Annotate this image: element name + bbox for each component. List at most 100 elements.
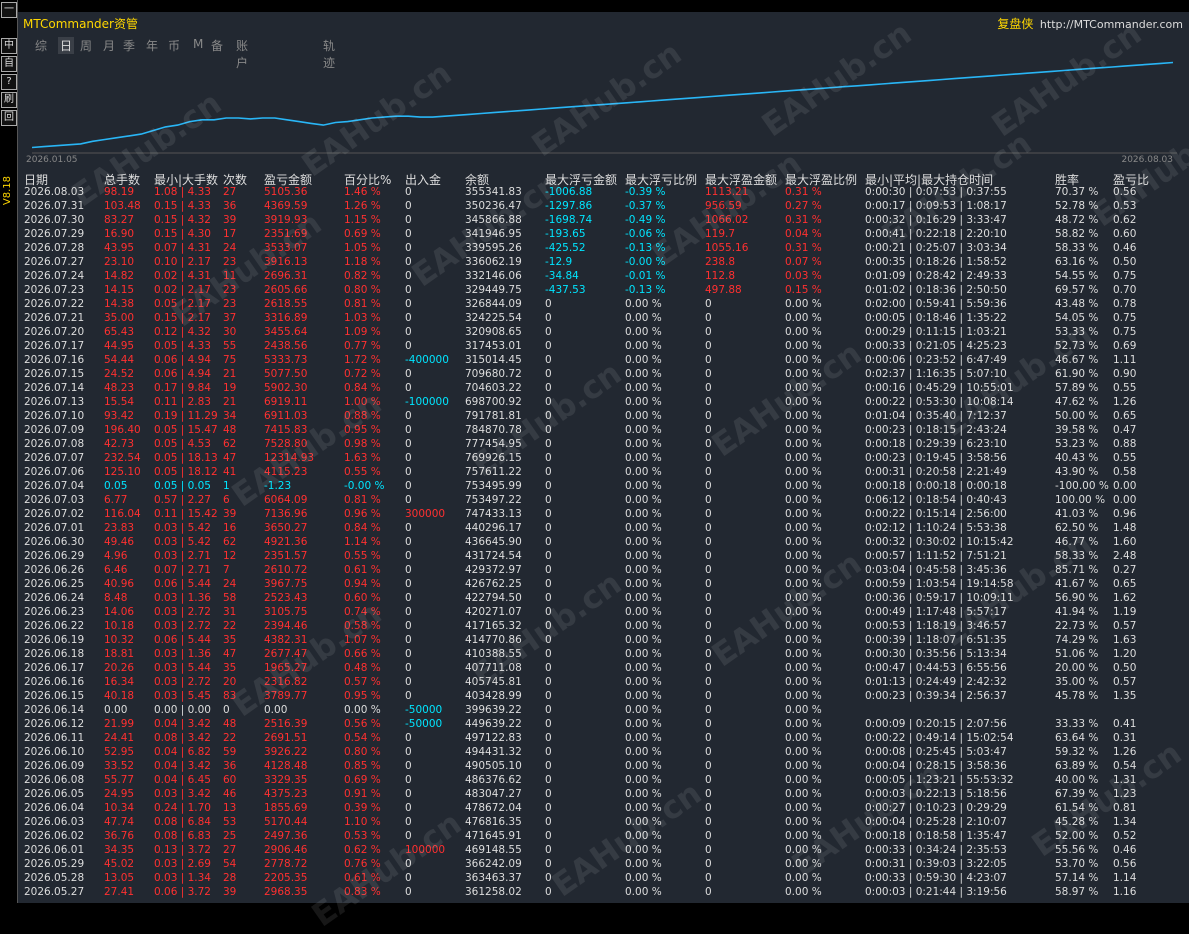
auto-button[interactable]: 自 <box>1 56 17 72</box>
table-row[interactable]: 2026.07.09 196.40 0.05 | 15.47 48 7415.83 0.9… <box>18 423 1189 437</box>
table-cell: 0.11 | 2.83 <box>154 396 211 408</box>
table-row[interactable]: 2026.05.28 13.05 0.03 | 1.34 28 2205.35 0.61 … <box>18 871 1189 885</box>
table-cell: 23 <box>223 298 237 310</box>
table-row[interactable]: 2026.06.10 52.95 0.04 | 6.82 59 3926.22 0.80 … <box>18 745 1189 759</box>
table-row[interactable]: 2026.07.30 83.27 0.15 | 4.32 39 3919.93 1.15 … <box>18 213 1189 227</box>
table-row[interactable]: 2026.06.08 55.77 0.04 | 6.45 60 3329.35 0.69 … <box>18 773 1189 787</box>
table-cell: 0.84 % <box>344 522 381 534</box>
table-cell: 0 <box>405 214 412 226</box>
table-cell: 0:00:30 | 0:07:53 | 0:37:55 <box>865 186 1007 198</box>
table-cell: 0 <box>405 368 412 380</box>
tab-8[interactable]: 备 <box>211 37 223 54</box>
table-row[interactable]: 2026.06.15 40.18 0.03 | 5.45 83 3789.77 0.95 … <box>18 689 1189 703</box>
tab-3[interactable]: 月 <box>103 37 115 54</box>
tab-2[interactable]: 周 <box>80 37 92 54</box>
table-cell: 0 <box>705 564 712 576</box>
tab-7[interactable]: M <box>193 37 203 51</box>
table-row[interactable]: 2026.07.23 14.15 0.02 | 2.17 23 2605.66 0.80 … <box>18 283 1189 297</box>
table-cell: 0 <box>705 676 712 688</box>
table-row[interactable]: 2026.07.13 15.54 0.11 | 2.83 21 6919.11 1.00 … <box>18 395 1189 409</box>
table-cell: -1297.86 <box>545 200 593 212</box>
table-row[interactable]: 2026.07.22 14.38 0.05 | 2.17 23 2618.55 0.81 … <box>18 297 1189 311</box>
table-row[interactable]: 2026.07.04 0.05 0.05 | 0.05 1 -1.23 -0.00 % 0 7… <box>18 479 1189 493</box>
table-cell: 0 <box>545 564 552 576</box>
table-row[interactable]: 2026.06.04 10.34 0.24 | 1.70 13 1855.69 0.39 … <box>18 801 1189 815</box>
table-cell: 0 <box>705 494 712 506</box>
tab-1[interactable]: 日 <box>58 37 75 54</box>
table-row[interactable]: 2026.07.16 54.44 0.06 | 4.94 75 5333.73 1.72 … <box>18 353 1189 367</box>
back-button[interactable]: 回 <box>1 110 17 126</box>
table-row[interactable]: 2026.06.25 40.96 0.06 | 5.44 24 3967.75 0.94 … <box>18 577 1189 591</box>
table-row[interactable]: 2026.07.10 93.42 0.19 | 11.29 34 6911.03 0.88… <box>18 409 1189 423</box>
table-row[interactable]: 2026.07.08 42.73 0.05 | 4.53 62 7528.80 0.98 … <box>18 437 1189 451</box>
table-cell: 0.00 % <box>625 704 662 716</box>
table-cell: 361258.02 <box>465 886 522 898</box>
tab-0[interactable]: 综 <box>35 37 47 54</box>
table-row[interactable]: 2026.07.06 125.10 0.05 | 18.12 41 4115.23 0.5… <box>18 465 1189 479</box>
table-row[interactable]: 2026.07.27 23.10 0.10 | 2.17 23 3916.13 1.18 … <box>18 255 1189 269</box>
minimize-button[interactable]: 一 <box>1 2 17 18</box>
table-row[interactable]: 2026.06.05 24.95 0.03 | 3.42 46 4375.23 0.91 … <box>18 787 1189 801</box>
table-cell: 1.16 <box>1113 886 1137 898</box>
table-cell: 0.65 <box>1113 410 1137 422</box>
table-cell: 0.60 % <box>344 592 381 604</box>
table-row[interactable]: 2026.06.02 36.76 0.08 | 6.83 25 2497.36 0.53 … <box>18 829 1189 843</box>
table-cell: 0:00:18 | 0:18:58 | 1:35:47 <box>865 830 1007 842</box>
table-row[interactable]: 2026.07.29 16.90 0.15 | 4.30 17 2351.69 0.69 … <box>18 227 1189 241</box>
table-cell: 0 <box>705 326 712 338</box>
table-row[interactable]: 2026.07.01 23.83 0.03 | 5.42 16 3650.27 0.84 … <box>18 521 1189 535</box>
table-cell: 2026.05.29 <box>24 858 85 870</box>
table-cell: 40.43 % <box>1055 452 1099 464</box>
table-cell: 0.00 % <box>785 704 822 716</box>
table-row[interactable]: 2026.07.02 116.04 0.11 | 15.42 39 7136.96 0.9… <box>18 507 1189 521</box>
table-row[interactable]: 2026.07.07 232.54 0.05 | 18.13 47 12314.93 1.… <box>18 451 1189 465</box>
tab-6[interactable]: 币 <box>168 37 180 54</box>
table-cell: 0.57 | 2.27 <box>154 494 211 506</box>
table-row[interactable]: 2026.06.12 21.99 0.04 | 3.42 48 2516.39 0.56 … <box>18 717 1189 731</box>
table-row[interactable]: 2026.06.01 34.35 0.13 | 3.72 27 2906.46 0.62 … <box>18 843 1189 857</box>
table-row[interactable]: 2026.06.09 33.52 0.04 | 3.42 36 4128.48 0.85 … <box>18 759 1189 773</box>
table-row[interactable]: 2026.06.23 14.06 0.03 | 2.72 31 3105.75 0.74 … <box>18 605 1189 619</box>
table-row[interactable]: 2026.07.17 44.95 0.05 | 4.33 55 2438.56 0.77 … <box>18 339 1189 353</box>
table-row[interactable]: 2026.07.03 6.77 0.57 | 2.27 6 6064.09 0.81 % 0… <box>18 493 1189 507</box>
table-row[interactable]: 2026.06.17 20.26 0.03 | 5.44 35 1965.27 0.48 … <box>18 661 1189 675</box>
table-row[interactable]: 2026.06.22 10.18 0.03 | 2.72 22 2394.46 0.58 … <box>18 619 1189 633</box>
table-row[interactable]: 2026.07.14 48.23 0.17 | 9.84 19 5902.30 0.84 … <box>18 381 1189 395</box>
table-cell: 0.46 <box>1113 844 1137 856</box>
table-row[interactable]: 2026.07.21 35.00 0.15 | 2.17 37 3316.89 1.03 … <box>18 311 1189 325</box>
table-row[interactable]: 2026.07.20 65.43 0.12 | 4.32 30 3455.64 1.09 … <box>18 325 1189 339</box>
table-cell: 62 <box>223 438 237 450</box>
table-row[interactable]: 2026.06.16 16.34 0.03 | 2.72 20 2316.82 0.57 … <box>18 675 1189 689</box>
table-cell: 2026.07.31 <box>24 200 85 212</box>
table-row[interactable]: 2026.06.24 8.48 0.03 | 1.36 58 2523.43 0.60 %… <box>18 591 1189 605</box>
table-row[interactable]: 2026.07.24 14.82 0.02 | 4.31 11 2696.31 0.82 … <box>18 269 1189 283</box>
table-cell: 5077.50 <box>264 368 308 380</box>
table-cell: 13.05 <box>104 872 135 884</box>
table-cell: 14.82 <box>104 270 135 282</box>
table-row[interactable]: 2026.06.29 4.96 0.03 | 2.71 12 2351.57 0.55 %… <box>18 549 1189 563</box>
table-cell: 0.31 % <box>785 242 822 254</box>
table-cell: 0 <box>405 522 412 534</box>
table-cell: 24 <box>223 242 237 254</box>
center-button[interactable]: 中 <box>1 38 17 54</box>
table-cell: 0.60 <box>1113 228 1137 240</box>
table-row[interactable]: 2026.06.11 24.41 0.08 | 3.42 22 2691.51 0.54 … <box>18 731 1189 745</box>
table-row[interactable]: 2026.06.14 0.00 0.00 | 0.00 0 0.00 0.00 % -500… <box>18 703 1189 717</box>
table-row[interactable]: 2026.07.15 24.52 0.06 | 4.94 21 5077.50 0.72 … <box>18 367 1189 381</box>
table-row[interactable]: 2026.06.19 10.32 0.06 | 5.44 35 4382.31 1.07 … <box>18 633 1189 647</box>
table-row[interactable]: 2026.06.18 18.81 0.03 | 1.36 47 2677.47 0.66 … <box>18 647 1189 661</box>
help-button[interactable]: ? <box>1 74 17 90</box>
table-row[interactable]: 2026.06.03 47.74 0.08 | 6.84 53 5170.44 1.10 … <box>18 815 1189 829</box>
table-row[interactable]: 2026.07.28 43.95 0.07 | 4.31 24 3533.07 1.05 … <box>18 241 1189 255</box>
table-row[interactable]: 2026.05.29 45.02 0.03 | 2.69 54 2778.72 0.76 … <box>18 857 1189 871</box>
table-row[interactable]: 2026.05.27 27.41 0.06 | 3.72 39 2968.35 0.83 … <box>18 885 1189 899</box>
table-row[interactable]: 2026.06.30 49.46 0.03 | 5.42 62 4921.36 1.14 … <box>18 535 1189 549</box>
table-row[interactable]: 2026.07.31 103.48 0.15 | 4.33 36 4369.59 1.26… <box>18 199 1189 213</box>
tab-4[interactable]: 季 <box>123 37 135 54</box>
refresh-button[interactable]: 刷 <box>1 92 17 108</box>
table-cell: 0.00 % <box>785 480 822 492</box>
tab-5[interactable]: 年 <box>146 37 158 54</box>
brand-url-link[interactable]: http://MTCommander.com <box>1040 18 1183 31</box>
table-row[interactable]: 2026.06.26 6.46 0.07 | 2.71 7 2610.72 0.61 % 0… <box>18 563 1189 577</box>
table-row[interactable]: 2026.08.03 98.19 1.08 | 4.33 27 5105.36 1.46 … <box>18 185 1189 199</box>
